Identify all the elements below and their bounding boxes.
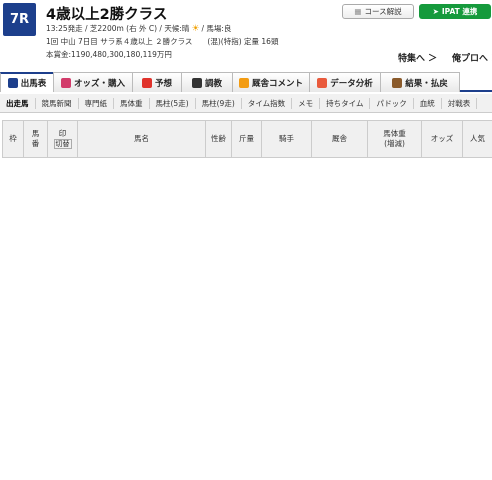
tab-label: データ分析: [330, 78, 373, 89]
tab-label: 厩舎コメント: [251, 78, 303, 89]
header-popularity[interactable]: 人気: [462, 120, 492, 158]
header-sex-age[interactable]: 性齢: [205, 120, 232, 158]
race-header: 7R 4歳以上2勝クラス 13:25発走 / 芝2200m (右 外 C) / …: [0, 0, 492, 68]
subtab-9[interactable]: パドック: [370, 97, 414, 109]
race-title: 4歳以上2勝クラス: [46, 7, 168, 23]
header-weight[interactable]: 斤量: [231, 120, 262, 158]
tab-icon: [392, 77, 403, 88]
tab-label: 予想: [154, 78, 172, 89]
race-info-start: 13:25発走 / 芝2200m (右 外 C) / 天候:晴: [46, 24, 190, 33]
tab-icon: [60, 77, 71, 88]
header-odds[interactable]: オッズ: [421, 120, 463, 158]
oreprof-link[interactable]: 俺プロへ ＞: [452, 51, 492, 64]
subtab-10[interactable]: 血統: [414, 97, 442, 109]
header-mark[interactable]: 印切替: [47, 120, 78, 158]
tab-5[interactable]: データ分析: [309, 72, 381, 92]
race-info-line2: 1回 中山 7日目 サラ系４歳以上 ２勝クラス (混)(特指) 定量 16頭: [46, 37, 279, 46]
header-stable[interactable]: 厩舎: [311, 120, 368, 158]
ipat-button-label: IPAT 連携: [441, 7, 478, 16]
subtab-5[interactable]: 馬柱(9走): [196, 97, 242, 109]
table-header-row: 枠 馬 番 印切替 馬名 性齢 斤量 騎手 厩舎 馬体重 (増減) オッズ 人気: [2, 120, 492, 158]
special-feature-link[interactable]: 特集へ ＞: [398, 51, 437, 64]
subtab-3[interactable]: 馬体重: [114, 97, 150, 109]
course-map-icon: ▦: [354, 7, 362, 16]
secondary-tabs: 出走馬 競馬新聞 専門紙 馬体重 馬柱(5走) 馬柱(9走) タイム指数 メモ 持ちタイム パドッ…: [0, 94, 492, 113]
tab-icon: [7, 78, 18, 88]
course-button-label: コース解説: [364, 7, 402, 16]
tab-6[interactable]: 結果・払戻: [380, 72, 460, 92]
race-prize-money: 本賞金:1190,480,300,180,119万円: [46, 50, 172, 59]
primary-tabs: 出馬表 オッズ・購入 予想 調教 厩舎コメント データ分析 結果・払戻: [0, 72, 492, 92]
course-explain-button[interactable]: ▦ コース解説: [342, 4, 414, 19]
ipat-link-button[interactable]: ➤ IPAT 連携: [419, 4, 491, 19]
tab-icon: [141, 77, 152, 88]
tab-icon: [191, 77, 202, 88]
entry-table: 枠 馬 番 印切替 馬名 性齢 斤量 騎手 厩舎 馬体重 (増減) オッズ 人気: [2, 120, 492, 158]
tab-label: 調教: [204, 78, 222, 89]
tab-label: 出馬表: [20, 79, 47, 89]
race-number-badge: 7R: [3, 3, 36, 36]
tab-label: 結果・払戻: [405, 78, 448, 89]
tab-4[interactable]: 厩舎コメント: [232, 72, 310, 92]
race-info-line1: 13:25発走 / 芝2200m (右 外 C) / 天候:晴 ☀ / 馬場:良: [46, 23, 231, 34]
header-jockey[interactable]: 騎手: [261, 120, 312, 158]
subtab-8[interactable]: 持ちタイム: [320, 97, 371, 109]
subtab-0[interactable]: 出走馬: [0, 97, 36, 109]
subtab-6[interactable]: タイム指数: [242, 97, 293, 109]
subtab-2[interactable]: 専門紙: [79, 97, 114, 109]
tab-0[interactable]: 出馬表: [0, 72, 54, 92]
tab-3[interactable]: 調教: [181, 72, 233, 92]
sun-icon: ☀: [191, 23, 200, 34]
subtab-11[interactable]: 対戦表: [442, 97, 478, 109]
race-info-track: / 馬場:良: [201, 24, 232, 33]
subtab-4[interactable]: 馬柱(5走): [150, 97, 196, 109]
header-waku[interactable]: 枠: [2, 120, 24, 158]
subtab-1[interactable]: 競馬新聞: [36, 97, 79, 109]
subtab-7[interactable]: メモ: [292, 97, 321, 109]
tab-icon: [238, 77, 249, 88]
tab-1[interactable]: オッズ・購入: [53, 72, 133, 92]
mark-toggle-button[interactable]: 切替: [53, 139, 72, 149]
tab-icon: [317, 77, 328, 88]
tab-label: オッズ・購入: [73, 78, 125, 89]
header-horse-name[interactable]: 馬名: [77, 120, 206, 158]
header-body-weight[interactable]: 馬体重 (増減): [367, 120, 422, 158]
ipat-icon: ➤: [432, 7, 439, 16]
header-umaban[interactable]: 馬 番: [23, 120, 48, 158]
tab-2[interactable]: 予想: [132, 72, 182, 92]
